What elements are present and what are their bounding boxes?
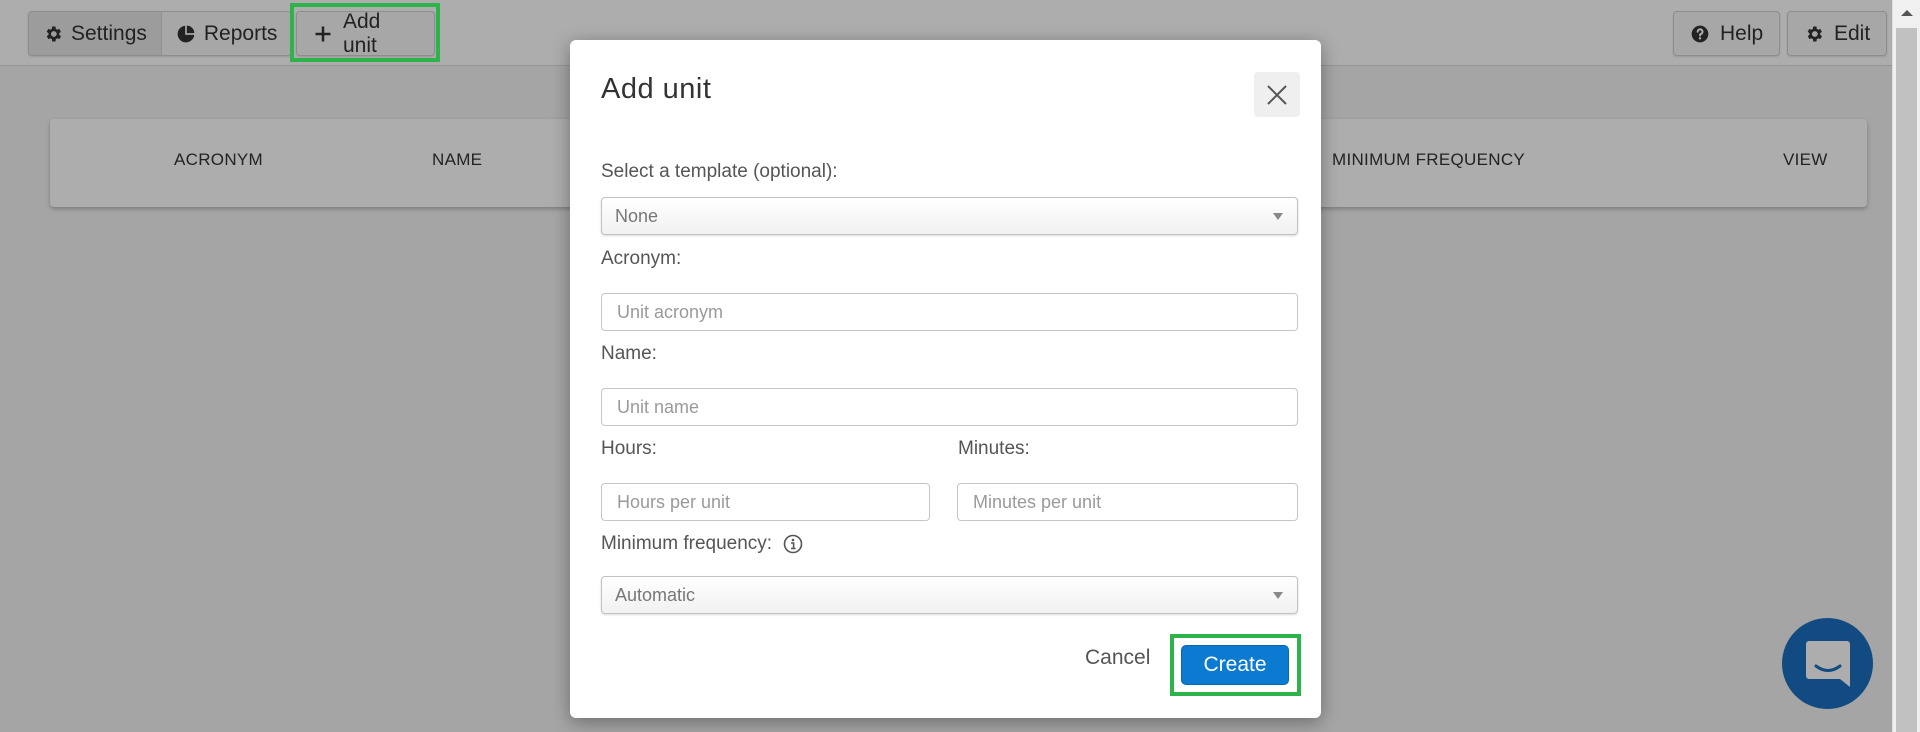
cancel-button[interactable]: Cancel bbox=[1085, 646, 1150, 670]
acronym-label: Acronym: bbox=[601, 248, 682, 269]
info-icon[interactable] bbox=[783, 534, 803, 554]
acronym-input[interactable] bbox=[601, 293, 1298, 331]
dialog-title: Add unit bbox=[601, 73, 712, 105]
hours-label: Hours: bbox=[601, 438, 657, 459]
scrollbar-thumb[interactable] bbox=[1896, 28, 1917, 732]
template-select[interactable]: None bbox=[601, 197, 1298, 235]
close-icon bbox=[1267, 84, 1287, 105]
min-frequency-select-value: Automatic bbox=[615, 584, 696, 605]
close-button[interactable] bbox=[1254, 72, 1300, 117]
create-button[interactable]: Create bbox=[1181, 645, 1289, 685]
minutes-label: Minutes: bbox=[958, 438, 1030, 459]
dropdown-arrow-icon bbox=[1273, 213, 1283, 220]
name-label: Name: bbox=[601, 343, 657, 364]
minutes-input[interactable] bbox=[957, 483, 1298, 521]
name-input[interactable] bbox=[601, 388, 1298, 426]
min-frequency-label: Minimum frequency: bbox=[601, 533, 773, 554]
min-frequency-select[interactable]: Automatic bbox=[601, 576, 1298, 614]
dropdown-arrow-icon bbox=[1273, 592, 1283, 599]
min-frequency-label-row: Minimum frequency: bbox=[601, 533, 803, 555]
vertical-scrollbar[interactable] bbox=[1892, 0, 1920, 732]
template-label: Select a template (optional): bbox=[601, 161, 838, 182]
hours-input[interactable] bbox=[601, 483, 930, 521]
scroll-up-arrow-icon[interactable] bbox=[1893, 0, 1920, 26]
add-unit-dialog: Add unit Select a template (optional): N… bbox=[570, 40, 1321, 718]
template-select-value: None bbox=[615, 205, 659, 226]
